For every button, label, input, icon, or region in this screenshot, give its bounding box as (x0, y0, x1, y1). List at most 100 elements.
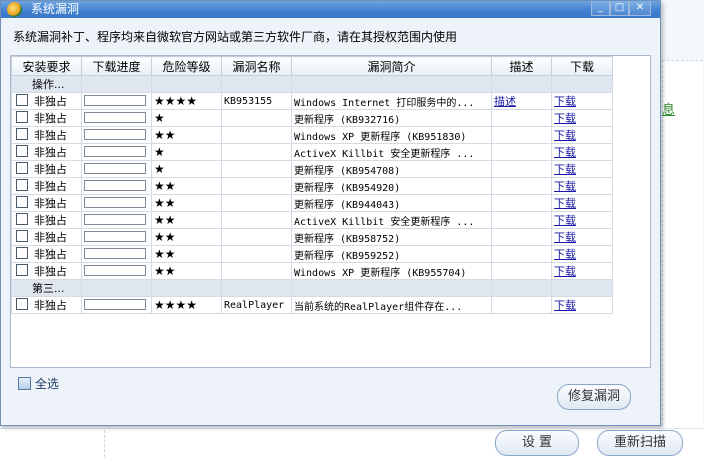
description-link[interactable]: 描述 (494, 95, 516, 108)
vulnerability-name-cell (221, 177, 292, 195)
vulnerability-name-cell (221, 262, 292, 280)
row-checkbox[interactable] (16, 94, 28, 106)
vulnerability-name-cell (221, 211, 292, 229)
close-icon[interactable]: ✕ (629, 1, 651, 16)
table-row[interactable]: 非独占 ★★ Windows XP 更新程序 (KB951830) 下载 (11, 126, 613, 144)
table-row[interactable]: 非独占 ★★★★ RealPlayer 当前系统的RealPlayer组件存在.… (11, 296, 613, 314)
group-row[interactable]: 操作... (11, 75, 613, 93)
vulnerability-name-cell: RealPlayer (221, 296, 292, 314)
download-link[interactable]: 下载 (554, 197, 576, 210)
group-label: 第三... (11, 279, 82, 297)
column-header[interactable]: 描述 (491, 56, 552, 76)
column-header[interactable]: 下载 (551, 56, 613, 76)
minimize-icon[interactable]: _ (591, 1, 610, 16)
background-link[interactable]: 息 (662, 99, 675, 118)
table-row[interactable]: 非独占 ★★ 更新程序 (KB959252) 下载 (11, 245, 613, 263)
maximize-icon[interactable]: □ (610, 1, 629, 16)
table-header-row: 安装要求 下载进度 危险等级 漏洞名称 漏洞简介 描述 下载 (11, 56, 613, 76)
risk-level-stars: ★ (151, 143, 222, 161)
description-cell (491, 143, 552, 161)
vulnerability-summary-cell: ActiveX Killbit 安全更新程序 ... (291, 143, 492, 161)
description-cell (491, 177, 552, 195)
vulnerability-name-cell (221, 109, 292, 127)
download-progress-bar (84, 230, 146, 242)
download-link[interactable]: 下载 (554, 129, 576, 142)
row-checkbox[interactable] (16, 111, 28, 123)
download-progress-bar (84, 179, 146, 191)
requirement-cell: 非独占 (34, 248, 67, 261)
dialog-title: 系统漏洞 (31, 2, 80, 16)
row-checkbox[interactable] (16, 247, 28, 259)
row-checkbox[interactable] (16, 179, 28, 191)
row-checkbox[interactable] (16, 128, 28, 140)
group-row[interactable]: 第三... (11, 279, 613, 297)
vulnerability-summary-cell: Windows XP 更新程序 (KB955704) (291, 262, 492, 280)
risk-level-stars: ★★ (151, 194, 222, 212)
risk-level-stars: ★★ (151, 245, 222, 263)
column-header[interactable]: 下载进度 (81, 56, 152, 76)
checkbox-icon (18, 377, 31, 390)
divider (104, 430, 105, 457)
download-link[interactable]: 下载 (554, 248, 576, 261)
table-row[interactable]: 非独占 ★★ ActiveX Killbit 安全更新程序 ... 下载 (11, 211, 613, 229)
vulnerability-summary-cell: 更新程序 (KB954708) (291, 160, 492, 178)
vulnerability-name-cell (221, 245, 292, 263)
row-checkbox[interactable] (16, 162, 28, 174)
requirement-cell: 非独占 (34, 265, 67, 278)
requirement-cell: 非独占 (34, 299, 67, 312)
dialog-description: 系统漏洞补丁、程序均来自微软官方网站或第三方软件厂商，请在其授权范围内使用 (13, 30, 458, 44)
table-row[interactable]: 非独占 ★★ 更新程序 (KB954920) 下载 (11, 177, 613, 195)
settings-button[interactable]: 设 置 (495, 430, 579, 456)
vulnerability-name-cell (221, 160, 292, 178)
vulnerability-name-cell (221, 194, 292, 212)
download-link[interactable]: 下载 (554, 180, 576, 193)
table-row[interactable]: 非独占 ★★ 更新程序 (KB944043) 下载 (11, 194, 613, 212)
vulnerability-summary-cell: 更新程序 (KB958752) (291, 228, 492, 246)
column-header[interactable]: 漏洞简介 (291, 56, 492, 76)
column-header[interactable]: 危险等级 (151, 56, 222, 76)
title-bar[interactable]: 系统漏洞 _ □ ✕ (1, 1, 660, 18)
column-header[interactable]: 安装要求 (11, 56, 82, 76)
download-progress-bar (84, 162, 146, 174)
description-cell (491, 228, 552, 246)
download-link[interactable]: 下载 (554, 265, 576, 278)
description-cell (491, 160, 552, 178)
row-checkbox[interactable] (16, 145, 28, 157)
app-logo-icon (7, 2, 22, 17)
column-header[interactable]: 漏洞名称 (221, 56, 292, 76)
download-link[interactable]: 下载 (554, 146, 576, 159)
row-checkbox[interactable] (16, 230, 28, 242)
vulnerability-summary-cell: Windows Internet 打印服务中的... (291, 92, 492, 110)
requirement-cell: 非独占 (34, 129, 67, 142)
download-link[interactable]: 下载 (554, 95, 576, 108)
vulnerability-name-cell: KB953155 (221, 92, 292, 110)
download-link[interactable]: 下载 (554, 163, 576, 176)
download-link[interactable]: 下载 (554, 112, 576, 125)
table-row[interactable]: 非独占 ★ ActiveX Killbit 安全更新程序 ... 下载 (11, 143, 613, 161)
description-cell (491, 126, 552, 144)
risk-level-stars: ★ (151, 160, 222, 178)
download-progress-bar (84, 247, 146, 259)
risk-level-stars: ★★ (151, 177, 222, 195)
requirement-cell: 非独占 (34, 146, 67, 159)
repair-vulnerability-button[interactable]: 修复漏洞 (557, 384, 631, 410)
vulnerability-name-cell (221, 228, 292, 246)
table-row[interactable]: 非独占 ★★ 更新程序 (KB958752) 下载 (11, 228, 613, 246)
table-row[interactable]: 非独占 ★★★★ KB953155 Windows Internet 打印服务中… (11, 92, 613, 110)
row-checkbox[interactable] (16, 298, 28, 310)
row-checkbox[interactable] (16, 196, 28, 208)
download-link[interactable]: 下载 (554, 214, 576, 227)
vulnerability-summary-cell: ActiveX Killbit 安全更新程序 ... (291, 211, 492, 229)
row-checkbox[interactable] (16, 213, 28, 225)
row-checkbox[interactable] (16, 264, 28, 276)
download-link[interactable]: 下载 (554, 299, 576, 312)
risk-level-stars: ★★★★ (151, 296, 222, 314)
download-link[interactable]: 下载 (554, 231, 576, 244)
table-row[interactable]: 非独占 ★★ Windows XP 更新程序 (KB955704) 下载 (11, 262, 613, 280)
rescan-button[interactable]: 重新扫描 (597, 430, 683, 456)
download-progress-bar (84, 264, 146, 276)
table-row[interactable]: 非独占 ★ 更新程序 (KB932716) 下载 (11, 109, 613, 127)
download-progress-bar (84, 298, 146, 310)
select-all-checkbox[interactable]: 全选 (18, 375, 59, 392)
table-row[interactable]: 非独占 ★ 更新程序 (KB954708) 下载 (11, 160, 613, 178)
